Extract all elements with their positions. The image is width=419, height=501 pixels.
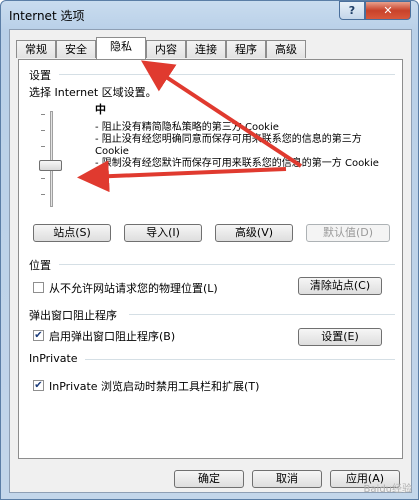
inprivate-divider (85, 359, 395, 360)
slider-tick (41, 178, 45, 179)
location-heading: 位置 (29, 259, 51, 272)
privacy-description-3: - 限制没有经您默许而保存可用来联系您的信息的第一方 Cookie (95, 158, 379, 169)
privacy-slider-thumb[interactable] (39, 160, 62, 171)
location-checkbox-label[interactable]: 从不允许网站请求您的物理位置(L) (49, 280, 218, 296)
slider-tick (41, 114, 45, 115)
inprivate-checkbox-label[interactable]: InPrivate 浏览启动时禁用工具栏和扩展(T) (49, 378, 259, 394)
tab-connections[interactable]: 连接 (186, 40, 226, 58)
tab-privacy[interactable]: 隐私 (96, 37, 146, 59)
privacy-description-1: - 阻止没有精简隐私策略的第三方 Cookie (95, 122, 279, 133)
import-button[interactable]: 导入(I) (124, 224, 202, 242)
inprivate-heading: InPrivate (29, 352, 78, 365)
tab-security[interactable]: 安全 (56, 40, 96, 58)
popup-blocker-checkbox[interactable]: ✔ (33, 330, 44, 341)
window-title: Internet 选项 (9, 9, 85, 23)
clear-sites-button[interactable]: 清除站点(C) (298, 277, 382, 295)
privacy-slider-track[interactable] (50, 111, 53, 207)
popup-blocker-heading: 弹出窗口阻止程序 (29, 309, 117, 322)
popup-settings-button[interactable]: 设置(E) (298, 328, 382, 346)
slider-tick (41, 146, 45, 147)
zone-instruction: 选择 Internet 区域设置。 (29, 86, 157, 99)
help-button[interactable]: ? (339, 1, 365, 20)
slider-tick (41, 194, 45, 195)
privacy-tab-page: 设置 选择 Internet 区域设置。 中 - 阻止没有精简隐私策略的第三方 … (18, 59, 403, 459)
popup-blocker-checkbox-label[interactable]: 启用弹出窗口阻止程序(B) (49, 328, 175, 344)
privacy-level-name: 中 (95, 103, 106, 116)
settings-heading: 设置 (29, 69, 51, 82)
title-bar[interactable]: Internet 选项 ? ✕ (1, 1, 418, 27)
privacy-description-2: - 阻止没有经您明确同意而保存可用来联系您的信息的第三方 Cookie (95, 134, 362, 157)
sites-button[interactable]: 站点(S) (33, 224, 111, 242)
watermark: Baidu经验 (363, 484, 412, 495)
inprivate-checkbox[interactable]: ✔ (33, 380, 44, 391)
cancel-button[interactable]: 取消 (252, 470, 322, 488)
close-button[interactable]: ✕ (365, 1, 411, 20)
advanced-button[interactable]: 高级(V) (215, 224, 293, 242)
location-checkbox[interactable] (33, 282, 44, 293)
internet-options-window: Internet 选项 ? ✕ 常规 安全 隐私 内容 连接 程序 高级 设置 … (0, 0, 419, 500)
tab-advanced[interactable]: 高级 (266, 40, 306, 58)
settings-divider (59, 74, 395, 75)
location-divider (59, 264, 395, 265)
slider-tick (41, 130, 45, 131)
tab-content[interactable]: 内容 (146, 40, 186, 58)
dialog-body: 常规 安全 隐私 内容 连接 程序 高级 设置 选择 Internet 区域设置… (9, 29, 412, 493)
ok-button[interactable]: 确定 (174, 470, 244, 488)
tab-general[interactable]: 常规 (16, 40, 56, 58)
default-button: 默认值(D) (306, 224, 390, 242)
popup-divider (129, 314, 395, 315)
tab-programs[interactable]: 程序 (226, 40, 266, 58)
